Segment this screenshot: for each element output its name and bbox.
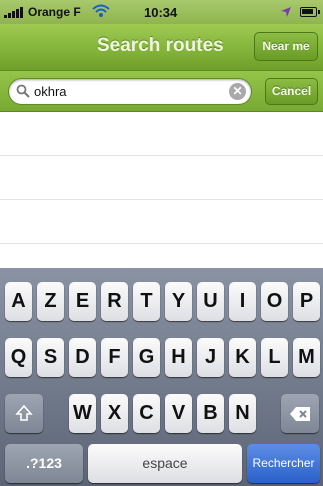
page-title: Search routes [97,35,224,56]
key[interactable]: Q [5,338,32,377]
delete-key[interactable] [281,394,319,433]
key[interactable]: D [69,338,96,377]
cancel-button[interactable]: Cancel [265,78,318,105]
key[interactable]: F [101,338,128,377]
key[interactable]: O [261,282,288,321]
numbers-key[interactable]: .?123 [5,444,83,483]
shift-icon [15,404,33,421]
status-bar: Orange F 10:34 [0,0,323,24]
key[interactable]: H [165,338,192,377]
space-key[interactable]: espace [88,444,242,483]
search-icon [16,84,30,98]
backspace-icon [290,407,310,421]
key[interactable]: B [197,394,224,433]
key[interactable]: Y [165,282,192,321]
key[interactable]: Z [37,282,64,321]
key[interactable]: U [197,282,224,321]
key[interactable]: C [133,394,160,433]
key[interactable]: P [293,282,320,321]
search-input-value: okhra [34,84,67,99]
search-return-key[interactable]: Rechercher [247,444,320,483]
shift-key[interactable] [5,394,43,433]
battery-icon [300,7,320,17]
key[interactable]: E [69,282,96,321]
key[interactable]: S [37,338,64,377]
key[interactable]: A [5,282,32,321]
list-item[interactable] [0,112,323,156]
key[interactable]: N [229,394,256,433]
key[interactable]: G [133,338,160,377]
key[interactable]: T [133,282,160,321]
list-item[interactable] [0,200,323,244]
signal-strength-icon [4,7,26,18]
key[interactable]: L [261,338,288,377]
keyboard: AZERTYUIOP QSDFGHJKLM WXCVBN .?123 espac… [0,268,323,486]
key[interactable]: X [101,394,128,433]
key[interactable]: J [197,338,224,377]
key[interactable]: R [101,282,128,321]
status-time: 10:34 [144,5,178,20]
carrier-name: Orange F [28,5,81,19]
key[interactable]: M [293,338,320,377]
location-arrow-icon [281,7,291,17]
key[interactable]: W [69,394,96,433]
list-item[interactable] [0,156,323,200]
search-bar: okhra ✕ Cancel [0,71,323,112]
results-list [0,112,323,267]
search-input[interactable]: okhra ✕ [8,78,252,105]
key[interactable]: I [229,282,256,321]
key[interactable]: V [165,394,192,433]
clear-text-icon[interactable]: ✕ [229,83,246,100]
navigation-bar: Search routes Near me [0,24,323,71]
near-me-button[interactable]: Near me [254,32,318,61]
key[interactable]: K [229,338,256,377]
wifi-icon [92,4,110,17]
